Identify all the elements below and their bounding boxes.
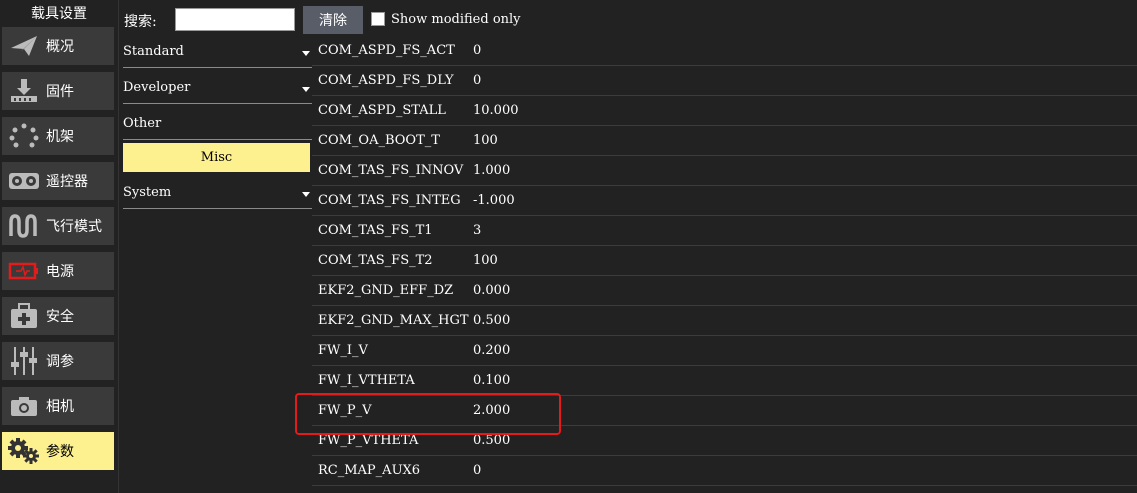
sidebar-item-label: 飞行模式 — [46, 219, 102, 235]
param-value: 0 — [473, 463, 482, 478]
sidebar-item-label: 遥控器 — [46, 174, 88, 190]
param-value: 0.500 — [473, 313, 511, 328]
sidebar-item-label: 安全 — [46, 309, 74, 325]
param-name: COM_OA_BOOT_T — [318, 133, 440, 148]
paper-plane-icon — [2, 27, 46, 65]
param-name: COM_ASPD_FS_DLY — [318, 73, 454, 88]
show-modified-label: Show modified only — [391, 12, 521, 27]
table-row[interactable]: RC_MAP_AUX6 0 — [312, 456, 1137, 486]
group-label: Other — [123, 116, 162, 131]
sidebar-title: 载具设置 — [31, 6, 87, 22]
param-value: 100 — [473, 133, 498, 148]
search-input[interactable] — [175, 8, 295, 31]
highlight-box — [295, 393, 561, 435]
param-value: -1.000 — [473, 193, 515, 208]
table-row[interactable]: FW_I_VTHETA 0.100 — [312, 366, 1137, 396]
param-name: RC_MAP_AUX6 — [318, 463, 421, 478]
clear-button[interactable]: 清除 — [303, 6, 363, 34]
param-name: COM_TAS_FS_INNOV — [318, 163, 464, 178]
group-developer[interactable]: Developer — [123, 74, 312, 104]
group-label: Developer — [123, 80, 191, 95]
param-value: 0.100 — [473, 373, 511, 388]
param-value: 100 — [473, 253, 498, 268]
param-value: 3 — [473, 223, 482, 238]
param-name: COM_TAS_FS_T2 — [318, 253, 433, 268]
param-name: EKF2_GND_MAX_HGT — [318, 313, 469, 328]
param-value: 0 — [473, 73, 482, 88]
chevron-down-icon — [302, 87, 310, 92]
param-name: COM_TAS_FS_T1 — [318, 223, 433, 238]
param-value: 10.000 — [473, 103, 519, 118]
safety-medkit-icon — [2, 297, 46, 335]
group-other[interactable]: Other — [123, 110, 312, 140]
battery-icon — [2, 252, 46, 290]
table-row[interactable]: COM_ASPD_FS_ACT 0 — [312, 36, 1137, 66]
tuning-sliders-icon — [2, 342, 46, 380]
firmware-download-icon — [2, 72, 46, 110]
param-value: 0.000 — [473, 283, 511, 298]
chevron-down-icon — [302, 192, 310, 197]
table-row[interactable]: FW_I_V 0.200 — [312, 336, 1137, 366]
gears-icon — [2, 432, 46, 470]
radio-controller-icon — [2, 162, 46, 200]
param-name: COM_ASPD_FS_ACT — [318, 43, 455, 58]
group-misc-selected[interactable]: Misc — [123, 143, 310, 172]
param-name: FW_I_V — [318, 343, 368, 358]
airframe-dots-icon — [2, 117, 46, 155]
flight-modes-wave-icon — [2, 207, 46, 245]
table-row[interactable]: EKF2_GND_EFF_DZ 0.000 — [312, 276, 1137, 306]
show-modified-checkbox[interactable] — [371, 12, 385, 26]
sidebar-item-label: 参数 — [46, 444, 74, 460]
sidebar-item-label: 概况 — [46, 39, 74, 55]
param-name: COM_TAS_FS_INTEG — [318, 193, 461, 208]
param-name: FW_P_VTHETA — [318, 433, 419, 448]
sidebar-item-safety[interactable]: 安全 — [2, 297, 114, 335]
param-name: FW_I_VTHETA — [318, 373, 415, 388]
param-value: 0.200 — [473, 343, 511, 358]
sidebar-item-label: 电源 — [46, 264, 74, 280]
table-row[interactable]: COM_TAS_FS_INTEG -1.000 — [312, 186, 1137, 216]
sidebar-item-airframe[interactable]: 机架 — [2, 117, 114, 155]
param-value: 1.000 — [473, 163, 511, 178]
sidebar-item-firmware[interactable]: 固件 — [2, 72, 114, 110]
sidebar-item-parameters[interactable]: 参数 — [2, 432, 114, 470]
sidebar-item-label: 相机 — [46, 399, 74, 415]
table-row[interactable]: COM_TAS_FS_T2 100 — [312, 246, 1137, 276]
param-name: COM_ASPD_STALL — [318, 103, 446, 118]
sidebar-item-tuning[interactable]: 调参 — [2, 342, 114, 380]
sidebar: 载具设置 概况 固件 机架 遥控器 飞行模式 电源 安全 调参 相机 参数 — [0, 0, 119, 493]
sidebar-item-label: 调参 — [46, 354, 74, 370]
table-row[interactable]: COM_ASPD_STALL 10.000 — [312, 96, 1137, 126]
sidebar-item-label: 机架 — [46, 129, 74, 145]
param-value: 0.500 — [473, 433, 511, 448]
sidebar-item-camera[interactable]: 相机 — [2, 387, 114, 425]
sidebar-item-label: 固件 — [46, 84, 74, 100]
chevron-down-icon — [302, 51, 310, 56]
table-row[interactable]: COM_ASPD_FS_DLY 0 — [312, 66, 1137, 96]
table-row[interactable]: COM_OA_BOOT_T 100 — [312, 126, 1137, 156]
table-row[interactable]: COM_TAS_FS_T1 3 — [312, 216, 1137, 246]
sidebar-item-flight-modes[interactable]: 飞行模式 — [2, 207, 114, 245]
sidebar-item-power[interactable]: 电源 — [2, 252, 114, 290]
search-label: 搜索: — [124, 14, 157, 30]
param-name: EKF2_GND_EFF_DZ — [318, 283, 454, 298]
group-label: System — [123, 185, 172, 200]
group-label: Standard — [123, 44, 184, 59]
table-row[interactable]: EKF2_GND_MAX_HGT 0.500 — [312, 306, 1137, 336]
table-row[interactable]: COM_TAS_FS_INNOV 1.000 — [312, 156, 1137, 186]
group-standard[interactable]: Standard — [123, 38, 312, 68]
group-system[interactable]: System — [123, 179, 312, 209]
sidebar-item-radio[interactable]: 遥控器 — [2, 162, 114, 200]
camera-icon — [2, 387, 46, 425]
sidebar-item-summary[interactable]: 概况 — [2, 27, 114, 65]
param-value: 0 — [473, 43, 482, 58]
